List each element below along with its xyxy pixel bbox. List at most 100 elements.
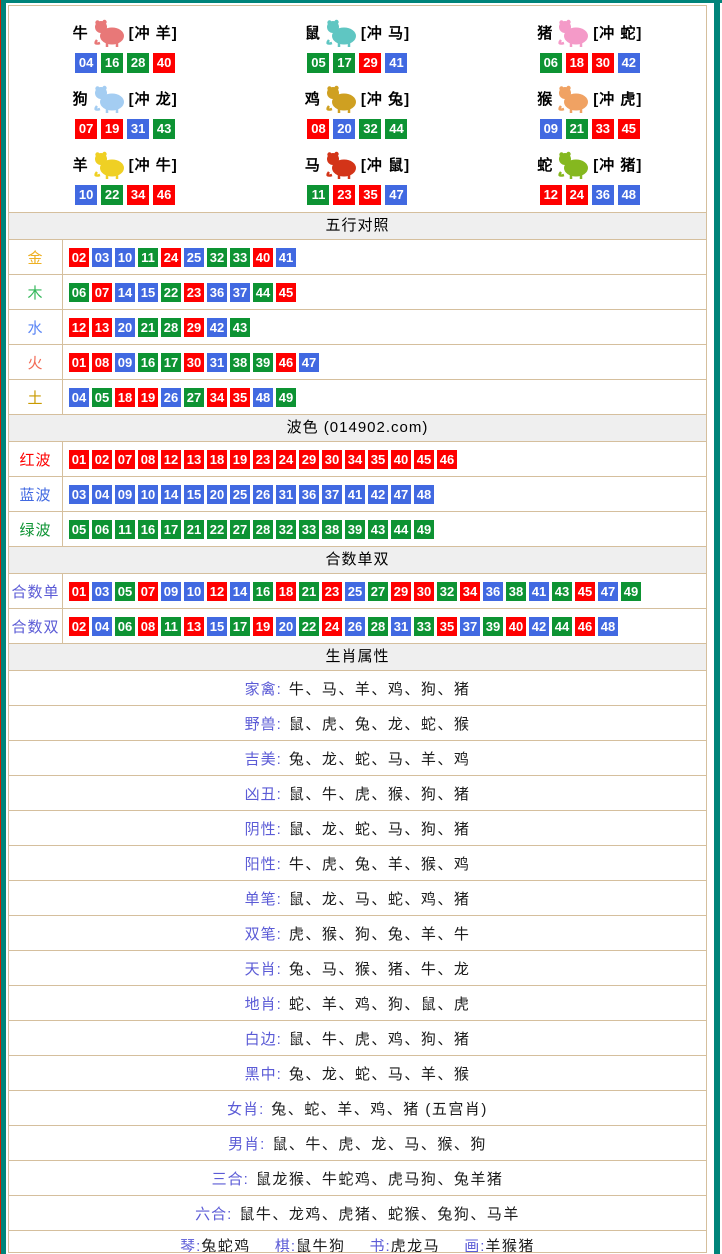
attribute-label: 家禽: xyxy=(245,678,282,699)
number-ball: 44 xyxy=(385,119,407,139)
number-ball: 45 xyxy=(414,450,434,469)
number-ball: 26 xyxy=(253,485,273,504)
number-ball: 41 xyxy=(385,53,407,73)
number-ball: 15 xyxy=(207,617,227,636)
number-ball: 42 xyxy=(529,617,549,636)
number-ball: 03 xyxy=(92,248,112,267)
frame-right-edge xyxy=(714,0,720,1254)
number-ball: 02 xyxy=(92,450,112,469)
number-ball: 11 xyxy=(138,248,158,267)
arts-pair-value: 羊猴猪 xyxy=(485,1238,535,1252)
attribute-value: 鼠牛、龙鸡、虎猪、蛇猴、兔狗、马羊 xyxy=(239,1203,520,1224)
number-ball: 28 xyxy=(161,318,181,337)
zodiac-clash-label: [冲 虎] xyxy=(593,88,642,109)
wave-row-balls: 05061116172122272832333839434449 xyxy=(63,512,706,546)
sum-parity-row-balls: 0204060811131517192022242628313335373940… xyxy=(63,609,706,643)
attribute-label: 吉美: xyxy=(245,748,282,769)
number-ball: 09 xyxy=(115,353,135,372)
zodiac-name-line: 羊[冲 牛] xyxy=(9,143,241,185)
waves-title: 波色 (014902.com) xyxy=(287,419,429,436)
number-ball: 20 xyxy=(276,617,296,636)
number-ball: 12 xyxy=(540,185,562,205)
number-ball: 16 xyxy=(138,353,158,372)
zodiac-name-line: 牛[冲 羊] xyxy=(9,11,241,53)
number-ball: 05 xyxy=(69,520,89,539)
number-ball: 41 xyxy=(276,248,296,267)
number-ball: 29 xyxy=(391,582,411,601)
number-ball: 47 xyxy=(598,582,618,601)
number-ball: 15 xyxy=(184,485,204,504)
number-ball: 13 xyxy=(184,617,204,636)
number-ball: 08 xyxy=(138,617,158,636)
attribute-value: 蛇、羊、鸡、狗、鼠、虎 xyxy=(289,993,471,1014)
number-ball: 23 xyxy=(333,185,355,205)
zodiac-animal-label: 牛 xyxy=(73,22,89,43)
number-ball: 35 xyxy=(359,185,381,205)
zodiac-animal-label: 猴 xyxy=(537,88,553,109)
number-ball: 22 xyxy=(161,283,181,302)
zodiac-attribute-row: 家禽:牛、马、羊、鸡、狗、猪 xyxy=(9,671,706,706)
attribute-label: 双笔: xyxy=(245,923,282,944)
zodiac-number-row: 04162840 xyxy=(9,53,241,75)
number-ball: 29 xyxy=(359,53,381,73)
five-elements-row-label: 水 xyxy=(9,310,63,344)
zodiac-attribute-row: 阴性:鼠、龙、蛇、马、狗、猪 xyxy=(9,811,706,846)
zodiac-animal-label: 马 xyxy=(305,154,321,175)
zodiac-attribute-row: 野兽:鼠、虎、兔、龙、蛇、猴 xyxy=(9,706,706,741)
section-header-waves: 波色 (014902.com) xyxy=(9,415,706,442)
number-ball: 27 xyxy=(368,582,388,601)
number-ball: 33 xyxy=(299,520,319,539)
number-ball: 36 xyxy=(592,185,614,205)
five-elements-row: 水1213202128294243 xyxy=(9,310,706,345)
five-elements-row-balls: 06071415222336374445 xyxy=(63,275,706,309)
number-ball: 38 xyxy=(322,520,342,539)
number-ball: 46 xyxy=(437,450,457,469)
number-ball: 49 xyxy=(414,520,434,539)
number-ball: 18 xyxy=(207,450,227,469)
zodiac-cell: 蛇[冲 猪]12243648 xyxy=(474,143,706,209)
number-ball: 01 xyxy=(69,450,89,469)
zodiac-number-row: 08203244 xyxy=(241,119,473,141)
zodiac-name-line: 猪[冲 蛇] xyxy=(474,11,706,53)
wave-row: 蓝波03040910141520252631363741424748 xyxy=(9,477,706,512)
number-ball: 01 xyxy=(69,353,89,372)
zodiac-clash-label: [冲 兔] xyxy=(361,88,410,109)
number-ball: 08 xyxy=(138,450,158,469)
number-ball: 35 xyxy=(437,617,457,636)
number-ball: 26 xyxy=(345,617,365,636)
number-ball: 25 xyxy=(184,248,204,267)
zodiac-attribute-row: 天肖:兔、马、猴、猪、牛、龙 xyxy=(9,951,706,986)
attribute-label: 女肖: xyxy=(227,1098,264,1119)
number-ball: 10 xyxy=(138,485,158,504)
number-ball: 02 xyxy=(69,248,89,267)
number-ball: 10 xyxy=(115,248,135,267)
zodiac-name-line: 猴 [冲 虎] xyxy=(474,77,706,119)
number-ball: 28 xyxy=(253,520,273,539)
number-ball: 11 xyxy=(307,185,329,205)
number-ball: 11 xyxy=(161,617,181,636)
number-ball: 18 xyxy=(566,53,588,73)
number-ball: 30 xyxy=(184,353,204,372)
number-ball: 36 xyxy=(207,283,227,302)
number-ball: 32 xyxy=(207,248,227,267)
zodiac-animal-label: 狗 xyxy=(73,88,89,109)
zodiac-attribute-rows: 家禽:牛、马、羊、鸡、狗、猪野兽:鼠、虎、兔、龙、蛇、猴吉美:兔、龙、蛇、马、羊… xyxy=(9,671,706,1231)
arts-pair-value: 鼠牛狗 xyxy=(296,1238,346,1252)
five-elements-row-label: 金 xyxy=(9,240,63,274)
number-ball: 47 xyxy=(385,185,407,205)
number-ball: 11 xyxy=(115,520,135,539)
attribute-label: 天肖: xyxy=(245,958,282,979)
zodiac-attribute-row: 吉美:兔、龙、蛇、马、羊、鸡 xyxy=(9,741,706,776)
number-ball: 26 xyxy=(161,388,181,407)
number-ball: 43 xyxy=(552,582,572,601)
number-ball: 40 xyxy=(391,450,411,469)
number-ball: 21 xyxy=(566,119,588,139)
number-ball: 22 xyxy=(207,520,227,539)
snake-zodiac-icon xyxy=(555,148,591,180)
section-header-sum-parity: 合数单双 xyxy=(9,547,706,574)
number-ball: 35 xyxy=(368,450,388,469)
number-ball: 13 xyxy=(92,318,112,337)
arts-pair-value: 兔蛇鸡 xyxy=(201,1238,251,1252)
number-ball: 09 xyxy=(540,119,562,139)
frame-top-edge xyxy=(0,0,722,3)
